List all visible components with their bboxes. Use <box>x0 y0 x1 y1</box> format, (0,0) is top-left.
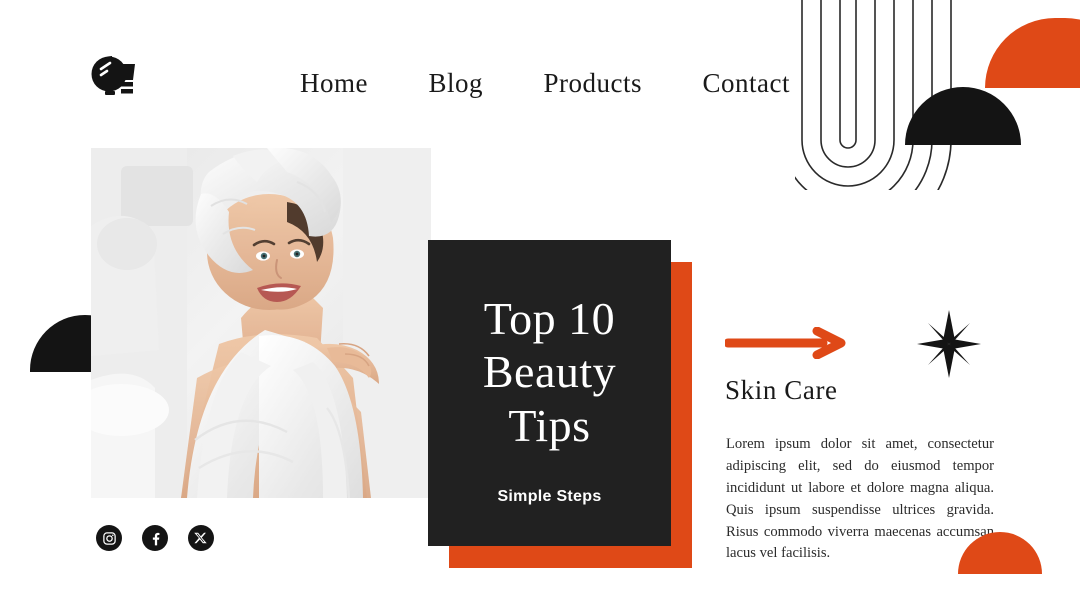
hero-card: Top 10 Beauty Tips Simple Steps <box>428 240 671 546</box>
nav-link-blog[interactable]: Blog <box>428 68 483 99</box>
hero-title-line-2: Beauty <box>482 346 617 398</box>
four-point-sparkle-icon <box>915 308 983 380</box>
hero-card-subtitle: Simple Steps <box>497 488 602 506</box>
nav-link-contact[interactable]: Contact <box>703 68 790 99</box>
section-body-text: Lorem ipsum dolor sit amet, consectetur … <box>726 436 994 562</box>
hero-title-line-1: Top 10 <box>483 293 616 344</box>
instagram-icon[interactable] <box>96 525 122 551</box>
hero-title-line-3: Tips <box>508 399 591 451</box>
hero-photo <box>91 148 431 498</box>
nav-link-home[interactable]: Home <box>300 68 368 99</box>
nav-link-products[interactable]: Products <box>544 68 643 99</box>
x-twitter-icon[interactable] <box>188 525 214 551</box>
landing-page: Home Blog Products Contact Top 10 Beauty… <box>0 0 1080 602</box>
section-title: Skin Care <box>725 375 838 405</box>
social-links <box>96 524 220 552</box>
arrow-right-icon <box>723 326 847 360</box>
main-navigation: Home Blog Products Contact <box>300 62 790 104</box>
hero-card-title: Top 10 Beauty Tips <box>483 292 616 452</box>
facebook-icon[interactable] <box>142 525 168 551</box>
brand-logo-icon[interactable] <box>88 52 146 104</box>
